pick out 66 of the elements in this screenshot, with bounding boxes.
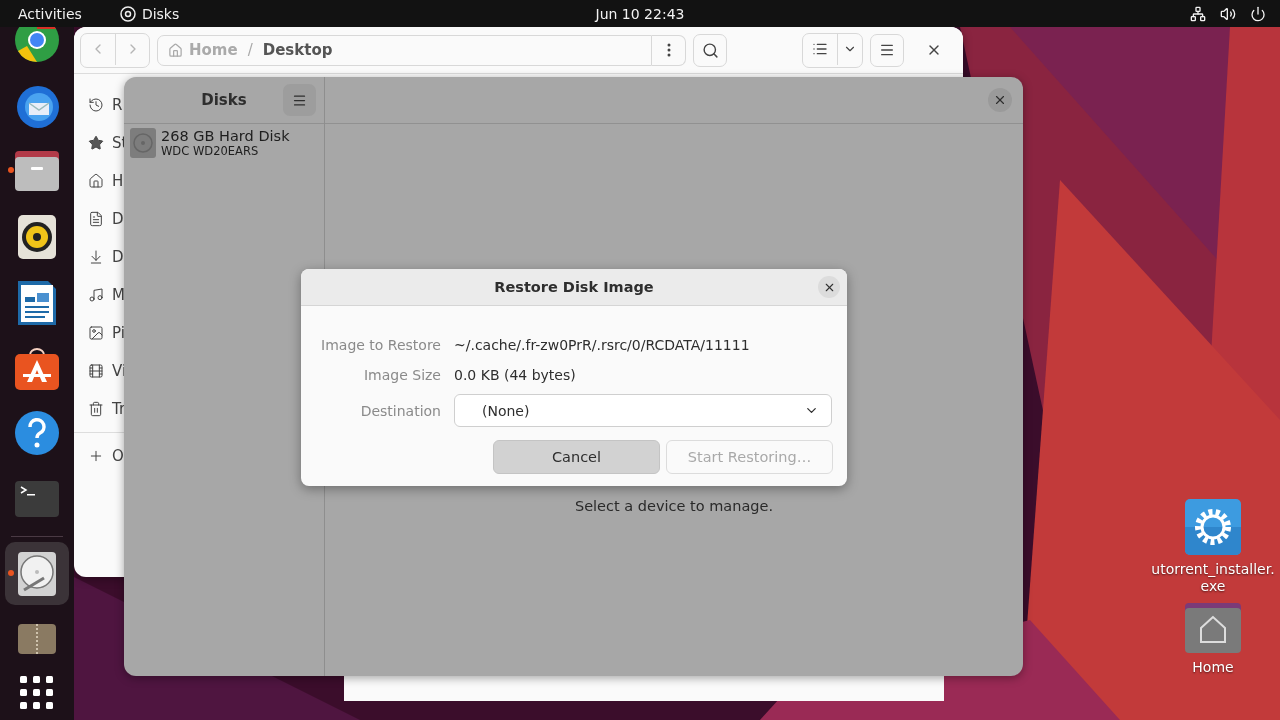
close-icon	[993, 93, 1007, 107]
help-icon[interactable]	[14, 410, 60, 457]
menu-button[interactable]	[870, 33, 904, 67]
app-menu[interactable]: Disks	[141, 5, 180, 22]
folder-icon[interactable]	[14, 150, 60, 192]
network-icon[interactable]	[1190, 5, 1206, 22]
shopping-bag-icon[interactable]	[14, 345, 60, 390]
search-button[interactable]	[693, 33, 727, 67]
terminal-icon[interactable]	[15, 480, 59, 517]
home-icon	[168, 42, 183, 58]
sidebar-item[interactable]: H	[112, 172, 124, 190]
music-note-icon	[88, 287, 104, 303]
archive-icon[interactable]	[18, 624, 56, 655]
home-icon	[88, 173, 104, 189]
menu-icon	[879, 42, 895, 58]
image-icon	[88, 325, 104, 341]
device-item[interactable]: 268 GB Hard Disk WDC WD20EARS	[124, 124, 324, 162]
path-separator: /	[247, 41, 253, 59]
dialog-title: Restore Disk Image	[494, 279, 654, 295]
path-bar[interactable]: Home / Desktop	[157, 34, 652, 66]
device-name: 268 GB Hard Disk	[161, 128, 290, 144]
desktop-icon-label[interactable]: utorrent_installer.exe	[1148, 561, 1278, 595]
window-title: Disks	[201, 91, 247, 109]
document-icon[interactable]	[18, 279, 56, 326]
field-value: 0.0 KB (44 bytes)	[454, 366, 577, 385]
menu-button[interactable]	[283, 84, 316, 116]
app-grid-icon[interactable]	[20, 675, 54, 710]
sidebar-item[interactable]: Tr	[112, 400, 126, 418]
empty-message: Select a device to manage.	[574, 498, 774, 514]
more-icon	[666, 43, 671, 57]
search-icon	[701, 41, 719, 59]
disk-icon	[119, 5, 136, 22]
star-icon	[88, 135, 104, 151]
sidebar-item[interactable]: M	[112, 286, 125, 304]
plus-icon	[88, 448, 104, 464]
activities-button[interactable]: Activities	[18, 5, 82, 22]
sidebar-item[interactable]: D	[112, 210, 124, 228]
destination-dropdown[interactable]: (None)	[454, 394, 832, 427]
clock[interactable]: Jun 10 22:43	[595, 5, 685, 22]
path-crumb[interactable]: Desktop	[262, 41, 333, 59]
download-icon	[88, 249, 104, 265]
field-value: ~/.cache/.fr-zw0PrR/.rsrc/0/RCDATA/11111	[454, 336, 751, 355]
device-model: WDC WD20EARS	[161, 144, 260, 158]
sidebar-item[interactable]: R	[112, 96, 123, 114]
field-label: Destination	[359, 401, 441, 421]
power-icon[interactable]	[1250, 5, 1266, 22]
trash-icon	[88, 401, 104, 417]
volume-icon[interactable]	[1220, 5, 1236, 22]
field-label: Image Size	[362, 366, 441, 385]
browser-icon[interactable]	[14, 27, 60, 63]
dialog-button[interactable]: Cancel	[493, 440, 660, 474]
film-icon	[88, 363, 104, 379]
menu-icon	[292, 92, 307, 108]
sidebar-item[interactable]: Pi	[112, 324, 125, 342]
document-icon	[88, 211, 104, 227]
sidebar-item[interactable]: D	[112, 248, 124, 266]
close-button[interactable]	[818, 276, 840, 298]
clock-icon	[88, 97, 104, 113]
sidebar-item[interactable]: O	[112, 447, 124, 465]
gear-icon[interactable]	[1185, 499, 1241, 555]
speaker-icon[interactable]	[18, 214, 56, 259]
field-label: Image to Restore	[320, 336, 441, 355]
close-button[interactable]	[988, 88, 1012, 112]
home-folder-icon[interactable]	[1185, 603, 1241, 653]
list-icon	[812, 41, 828, 57]
desktop-icon-label[interactable]: Home	[1148, 659, 1278, 676]
